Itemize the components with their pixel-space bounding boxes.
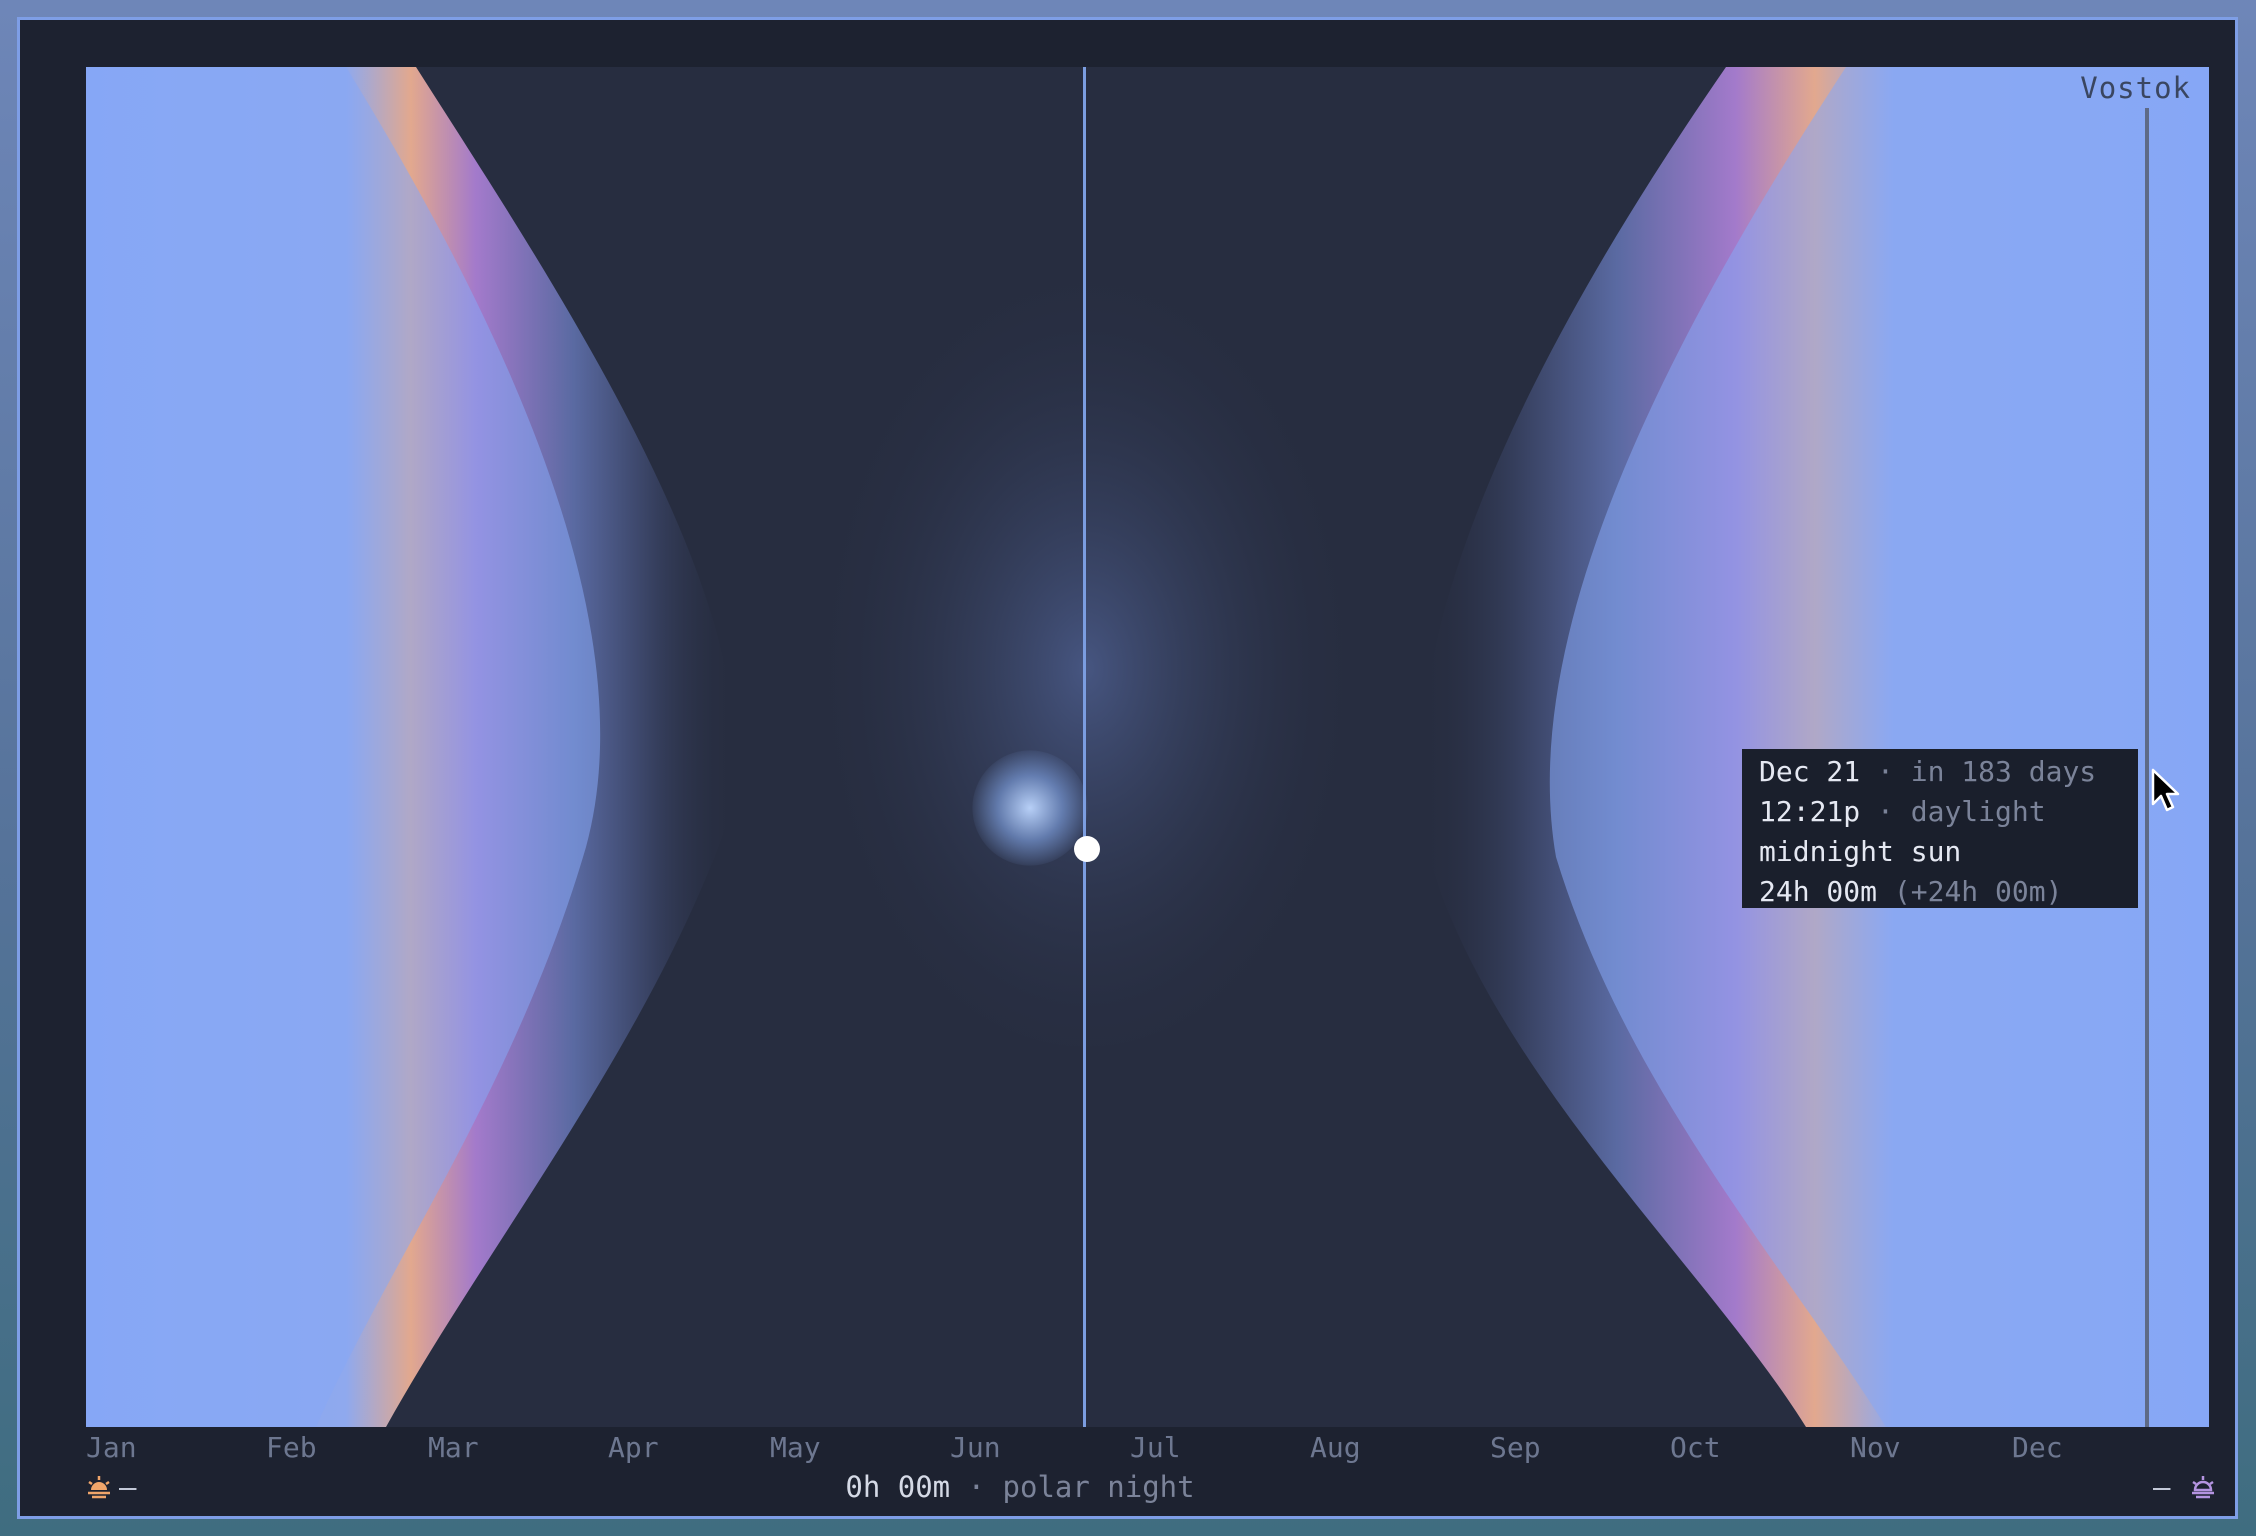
sunset-time: —	[2153, 1470, 2171, 1504]
month-label: Nov	[1850, 1431, 1901, 1464]
tooltip-date-note: · in 183 days	[1877, 755, 2097, 788]
tooltip-condition: midnight sun	[1759, 835, 1962, 868]
month-label: Aug	[1310, 1431, 1361, 1464]
hover-cursor-line	[2145, 108, 2149, 1427]
separator: ·	[967, 1470, 986, 1504]
tooltip-duration: 24h 00m	[1759, 875, 1878, 908]
month-label: Dec	[2012, 1431, 2063, 1464]
location-label: Vostok	[2080, 71, 2191, 105]
sun-position-marker[interactable]	[1074, 836, 1100, 862]
month-label: Jul	[1130, 1431, 1181, 1464]
month-axis: Jan Feb Mar Apr May Jun Jul Aug Sep Oct …	[86, 1431, 2209, 1471]
sunset-icon	[2192, 1476, 2214, 1499]
hover-tooltip: Dec 21 · in 183 days 12:21p · daylight m…	[1742, 749, 2138, 908]
day-length-value: 0h 00m	[845, 1470, 951, 1504]
app-window: Vostok Dec 21 · in 183 days 12:21p · day…	[17, 17, 2238, 1519]
daylight-gradient	[86, 67, 2209, 1427]
today-marker-line	[1083, 67, 1086, 1427]
month-label: May	[770, 1431, 821, 1464]
mouse-pointer-icon	[2151, 768, 2180, 812]
tooltip-time: 12:21p	[1759, 795, 1861, 828]
month-label: Jun	[950, 1431, 1001, 1464]
month-label: Apr	[608, 1431, 659, 1464]
sun-glow	[972, 750, 1088, 866]
tooltip-date-line: Dec 21 · in 183 days	[1759, 752, 2121, 792]
month-label: Feb	[266, 1431, 317, 1464]
tooltip-time-line: 12:21p · daylight	[1759, 792, 2121, 832]
month-label: Mar	[428, 1431, 479, 1464]
tooltip-duration-line: 24h 00m (+24h 00m)	[1759, 872, 2121, 912]
tooltip-duration-delta: (+24h 00m)	[1893, 875, 2063, 908]
status-bar: — 0h 00m · polar night —	[20, 1470, 2241, 1510]
month-label: Sep	[1490, 1431, 1541, 1464]
day-length-summary: 0h 00m · polar night	[20, 1470, 2020, 1504]
tooltip-time-note: · daylight	[1877, 795, 2046, 828]
month-label: Jan	[86, 1431, 137, 1464]
daylight-heatmap[interactable]: Vostok	[86, 67, 2209, 1427]
tooltip-date: Dec 21	[1759, 755, 1861, 788]
month-label: Oct	[1670, 1431, 1721, 1464]
day-state-label: polar night	[1002, 1470, 1195, 1504]
